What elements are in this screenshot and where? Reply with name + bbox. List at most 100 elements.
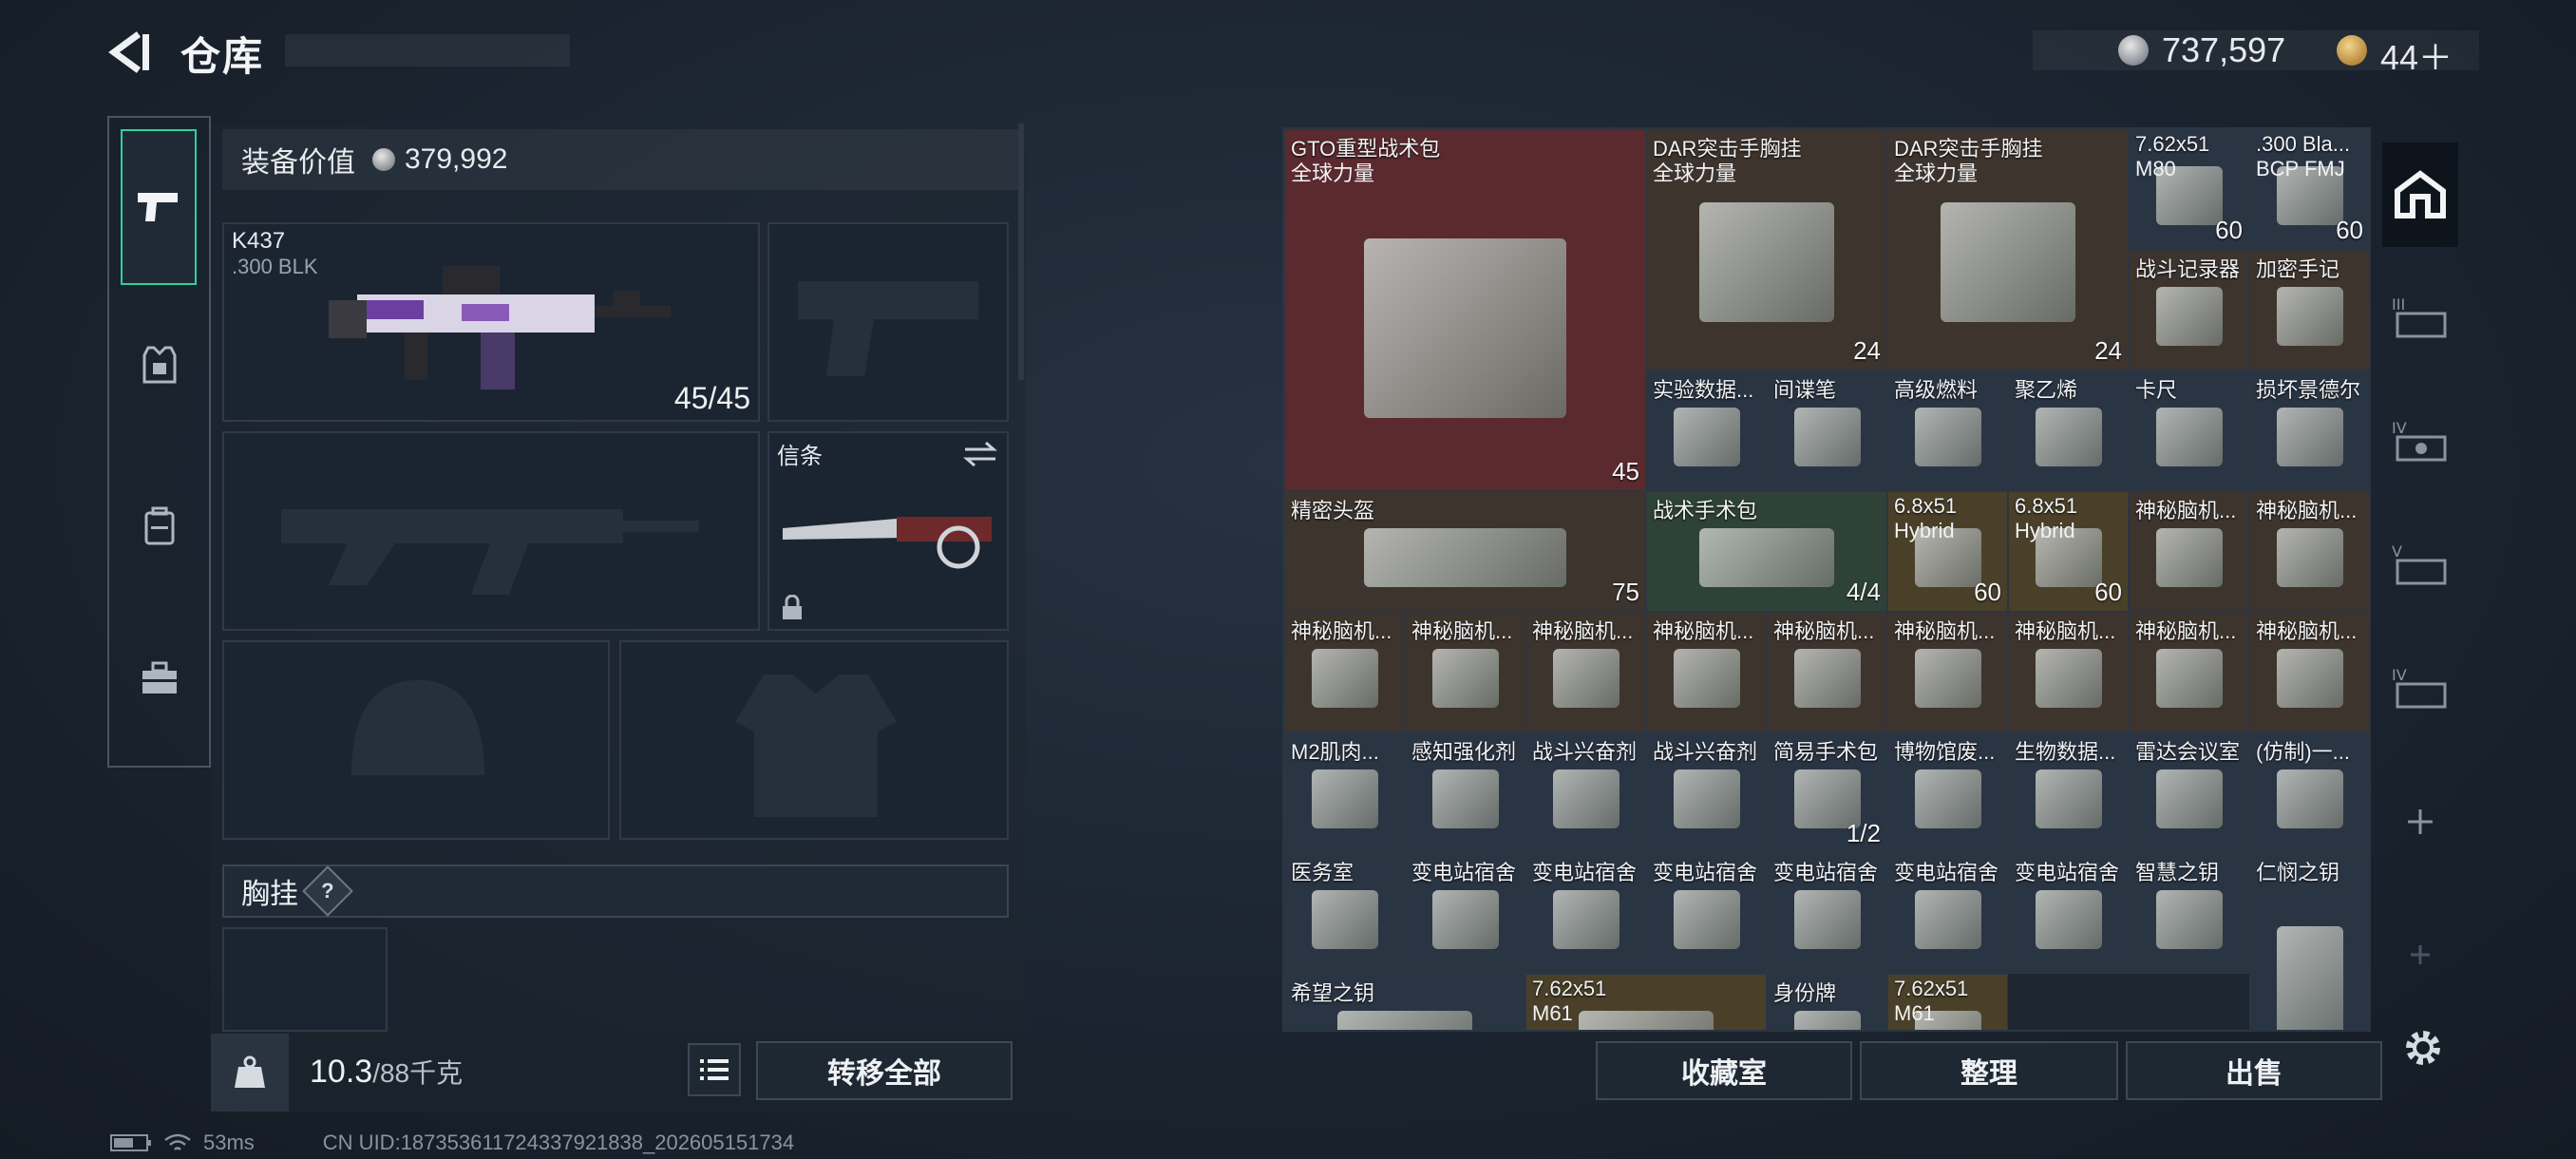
stash-item[interactable]: .300 Bla... BCP FMJ 60 bbox=[2249, 129, 2369, 250]
stash-item[interactable]: 神秘脑机... bbox=[1525, 612, 1646, 732]
settings-gear-icon[interactable] bbox=[2399, 1024, 2447, 1072]
transfer-all-button[interactable]: 转移全部 bbox=[756, 1041, 1013, 1100]
stash-item[interactable]: GTO重型战术包 全球力量 45 bbox=[1284, 129, 1646, 491]
stash-item[interactable]: 感知强化剂 bbox=[1405, 732, 1525, 853]
add-stash-button[interactable] bbox=[2382, 770, 2458, 874]
stash-item[interactable]: 神秘脑机... bbox=[2129, 612, 2249, 732]
stash-item[interactable]: 战斗兴奋剂 bbox=[1525, 732, 1646, 853]
stash-item[interactable]: 变电站宿舍 bbox=[2008, 853, 2129, 974]
collection-room-button[interactable]: 收藏室 bbox=[1596, 1041, 1852, 1100]
pistol-slot-empty[interactable] bbox=[767, 222, 1009, 422]
stash-item[interactable]: 神秘脑机... bbox=[1405, 612, 1525, 732]
stash-item[interactable]: 希望之钥 bbox=[1284, 974, 1525, 1030]
tab-stash-main[interactable] bbox=[2382, 142, 2458, 247]
token-coin-icon bbox=[2337, 35, 2367, 66]
armor-silhouette-icon bbox=[735, 674, 897, 817]
stash-item[interactable]: 神秘脑机... bbox=[2008, 612, 2129, 732]
stash-item[interactable]: 7.62x51 M80 60 bbox=[2129, 129, 2249, 250]
tab-stash-4b[interactable]: IV bbox=[2382, 636, 2458, 741]
stash-item[interactable]: 生物数据... bbox=[2008, 732, 2129, 853]
stash-item[interactable]: 6.8x51 Hybrid 60 bbox=[2008, 491, 2129, 612]
stash-item[interactable]: 神秘脑机... bbox=[2249, 491, 2369, 612]
item-name: 精密头盔 bbox=[1291, 499, 1375, 522]
stash-item[interactable]: 精密头盔 75 bbox=[1284, 491, 1646, 612]
stash-item[interactable]: 变电站宿舍 bbox=[1646, 853, 1767, 974]
backpack-icon bbox=[144, 506, 174, 545]
stash-item[interactable]: 神秘脑机... bbox=[1887, 612, 2008, 732]
tab-stash-4[interactable]: IV bbox=[2382, 390, 2458, 494]
wifi-icon bbox=[164, 1133, 191, 1150]
stash-item[interactable]: 仁悯之钥 bbox=[2249, 853, 2369, 1030]
item-icon bbox=[1673, 769, 1740, 828]
weight-current: 10.3 bbox=[310, 1054, 373, 1090]
stash-item[interactable]: 6.8x51 Hybrid 60 bbox=[1887, 491, 2008, 612]
stash-item[interactable]: 神秘脑机... bbox=[2129, 491, 2249, 612]
primary-weapon-slot[interactable]: K437 .300 BLK 45/45 bbox=[222, 222, 760, 422]
stash-item[interactable]: 变电站宿舍 bbox=[1405, 853, 1525, 974]
stash-item[interactable]: 变电站宿舍 bbox=[1887, 853, 2008, 974]
chest-rig-slot-empty[interactable] bbox=[222, 927, 388, 1032]
stash-item[interactable]: 实验数据... bbox=[1646, 370, 1767, 491]
stash-item[interactable]: 医务室 bbox=[1284, 853, 1405, 974]
tab-backpack[interactable] bbox=[119, 450, 199, 602]
help-icon[interactable]: ? bbox=[302, 865, 353, 917]
stash-item[interactable]: 雷达会议室 bbox=[2129, 732, 2249, 853]
stash-item[interactable]: 变电站宿舍 bbox=[1525, 853, 1646, 974]
item-name: 战术手术包 bbox=[1653, 499, 1758, 522]
item-icon bbox=[1914, 769, 1981, 828]
item-name: 加密手记 bbox=[2256, 257, 2340, 281]
list-view-button[interactable] bbox=[688, 1043, 741, 1096]
stash-item[interactable]: 战术手术包 4/4 bbox=[1646, 491, 1887, 612]
stash-item[interactable]: 变电站宿舍 bbox=[1767, 853, 1887, 974]
tab-armor[interactable] bbox=[119, 289, 199, 441]
item-icon bbox=[1793, 407, 1861, 466]
stash-item[interactable]: 间谍笔 bbox=[1767, 370, 1887, 491]
stash-item[interactable]: M2肌肉... bbox=[1284, 732, 1405, 853]
stash-item[interactable]: 神秘脑机... bbox=[2249, 612, 2369, 732]
sort-button[interactable]: 整理 bbox=[1860, 1041, 2118, 1100]
item-icon bbox=[1914, 648, 1981, 708]
currency-value: 737,597 bbox=[2162, 30, 2286, 69]
back-arrow-icon[interactable] bbox=[104, 28, 152, 76]
stash-level-3-icon: III bbox=[2392, 295, 2447, 338]
secondary-weapon-slot-empty[interactable] bbox=[222, 431, 760, 631]
melee-slot[interactable]: 信条 bbox=[767, 431, 1009, 631]
sell-button[interactable]: 出售 bbox=[2126, 1041, 2382, 1100]
stash-item[interactable]: 神秘脑机... bbox=[1767, 612, 1887, 732]
add-stash-button-2[interactable] bbox=[2382, 902, 2458, 1007]
stash-item[interactable]: 聚乙烯 bbox=[2008, 370, 2129, 491]
stash-item[interactable]: 战斗记录器 bbox=[2129, 250, 2249, 370]
tab-stash-5[interactable]: V bbox=[2382, 513, 2458, 618]
stash-level-5-icon: V bbox=[2392, 542, 2447, 585]
item-name: 高级燃料 bbox=[1894, 378, 1979, 402]
stash-item[interactable]: 神秘脑机... bbox=[1284, 612, 1405, 732]
item-subtitle: M61 bbox=[1532, 1001, 1573, 1025]
stash-item[interactable]: 7.62x51 M61 bbox=[1525, 974, 1767, 1030]
tab-supplies[interactable] bbox=[119, 602, 199, 754]
item-name: 变电站宿舍 bbox=[1894, 861, 1999, 884]
tab-weapons[interactable] bbox=[121, 129, 197, 285]
stash-item[interactable]: (仿制)一... bbox=[2249, 732, 2369, 853]
stash-item[interactable]: 加密手记 bbox=[2249, 250, 2369, 370]
swap-arrows-icon[interactable] bbox=[963, 441, 997, 467]
stash-item[interactable]: 神秘脑机... bbox=[1646, 612, 1767, 732]
item-count: 24 bbox=[1853, 336, 1881, 365]
stash-item[interactable]: DAR突击手胸挂 全球力量 24 bbox=[1887, 129, 2129, 370]
stash-item[interactable]: 博物馆废... bbox=[1887, 732, 2008, 853]
stash-item[interactable]: DAR突击手胸挂 全球力量 24 bbox=[1646, 129, 1887, 370]
stash-item[interactable]: 智慧之钥 bbox=[2129, 853, 2249, 974]
stash-item[interactable]: 高级燃料 bbox=[1887, 370, 2008, 491]
item-name: 生物数据... bbox=[2015, 740, 2116, 764]
helmet-slot-empty[interactable] bbox=[222, 640, 610, 840]
body-armor-slot-empty[interactable] bbox=[619, 640, 1009, 840]
token-value[interactable]: 44＋ bbox=[2380, 30, 2453, 80]
loadout-scrollbar[interactable] bbox=[1018, 124, 1024, 380]
stash-item[interactable]: 战斗兴奋剂 bbox=[1646, 732, 1767, 853]
stash-item[interactable]: 身份牌 bbox=[1767, 974, 1887, 1030]
item-icon bbox=[2035, 769, 2102, 828]
stash-item[interactable]: 损坏景德尔 bbox=[2249, 370, 2369, 491]
stash-item[interactable]: 卡尺 bbox=[2129, 370, 2249, 491]
stash-item[interactable]: 简易手术包 1/2 bbox=[1767, 732, 1887, 853]
tab-stash-3[interactable]: III bbox=[2382, 266, 2458, 370]
stash-item[interactable]: 7.62x51 M61 bbox=[1887, 974, 2008, 1030]
